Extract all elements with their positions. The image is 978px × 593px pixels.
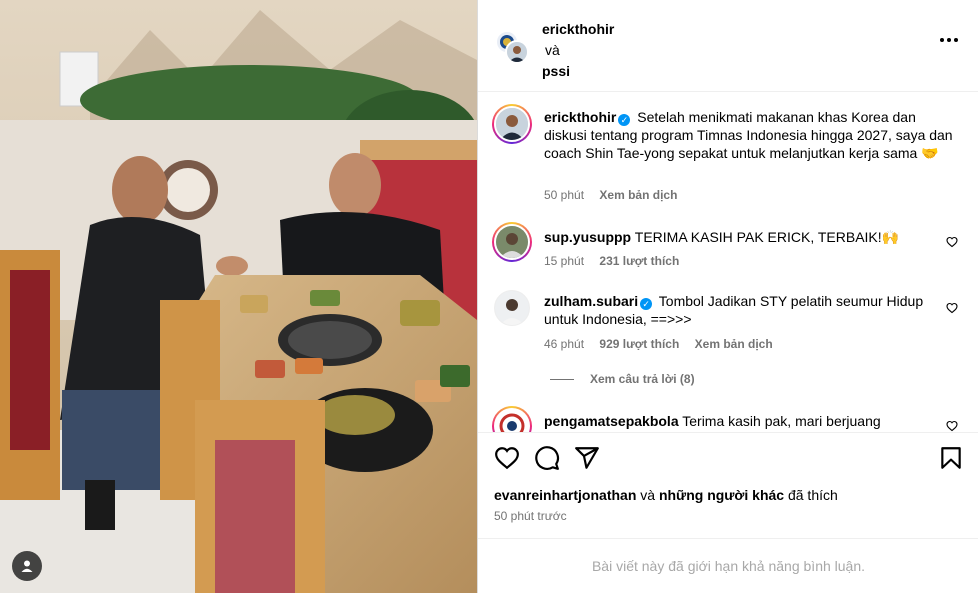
comment-text: pengamatsepakbola Terima kasih pak, mari… (544, 412, 934, 432)
share-icon[interactable] (574, 445, 600, 471)
verified-badge-icon: ✓ (640, 298, 653, 310)
action-bar (478, 432, 978, 480)
caption-time[interactable]: 50 phút (544, 188, 584, 202)
comment-item: pengamatsepakbola Terima kasih pak, mari… (492, 406, 972, 432)
caption-emoji: 🤝 (921, 145, 939, 161)
bookmark-icon[interactable] (938, 445, 964, 471)
heart-icon[interactable] (494, 445, 520, 471)
avatar[interactable] (492, 406, 532, 432)
comment-meta: 15 phút 231 lượt thích (544, 254, 691, 268)
post-side-panel: erickthohir và pssi erickthohir ✓ Setelah… (477, 0, 978, 593)
comment-likes[interactable]: 231 lượt thích (599, 254, 679, 268)
caption: erickthohir ✓ Setelah menikmati makanan k… (492, 104, 972, 214)
post-authors: erickthohir và pssi (542, 19, 614, 82)
author-conjunction: và (545, 42, 560, 58)
caption-meta: 50 phút Xem bản dịch (544, 188, 689, 202)
avatar-erickthohir[interactable] (505, 40, 529, 64)
comment-username[interactable]: pengamatsepakbola (544, 413, 679, 429)
post-header: erickthohir và pssi (478, 0, 978, 92)
user-tag-icon[interactable] (12, 551, 42, 581)
comment-time[interactable]: 15 phút (544, 254, 584, 268)
comment-likes[interactable]: 929 lượt thích (599, 337, 679, 351)
comment-username[interactable]: sup.yusuppp (544, 229, 631, 245)
caption-translate-link[interactable]: Xem bản dịch (599, 188, 677, 202)
heart-icon[interactable] (946, 236, 958, 248)
divider (550, 378, 574, 380)
comment-meta: 46 phút 929 lượt thích Xem bản dịch (544, 337, 785, 351)
author-link-1[interactable]: erickthohir (542, 19, 614, 40)
likes-conjunction: và (640, 487, 656, 503)
comment-emoji: 🙌 (881, 229, 900, 245)
comment-text: zulham.subari ✓ Tombol Jadikan STY pelati… (544, 292, 924, 328)
author-link-2[interactable]: pssi (542, 61, 614, 82)
view-replies-label: Xem câu trả lời (8) (590, 372, 695, 386)
comment-translate-link[interactable]: Xem bản dịch (695, 337, 773, 351)
comment-item: sup.yusuppp TERIMA KASIH PAK ERICK, TERB… (492, 222, 972, 272)
likes-summary: evanreinhartjonathan và những người khác… (494, 487, 838, 503)
comment-time[interactable]: 46 phút (544, 337, 584, 351)
comments-list[interactable]: erickthohir ✓ Setelah menikmati makanan k… (478, 92, 978, 432)
post-timestamp[interactable]: 50 phút trước (494, 509, 567, 523)
likes-user-link[interactable]: evanreinhartjonathan (494, 487, 636, 503)
heart-icon[interactable] (946, 420, 958, 432)
collab-avatars[interactable] (495, 30, 531, 66)
avatar[interactable] (494, 290, 530, 326)
comments-limited-notice: Bài viết này đã giới hạn khả năng bình l… (478, 538, 978, 593)
comment-username[interactable]: zulham.subari (544, 293, 638, 309)
heart-icon[interactable] (946, 302, 958, 314)
caption-text: erickthohir ✓ Setelah menikmati makanan k… (544, 108, 954, 162)
view-replies-button[interactable]: Xem câu trả lời (8) (550, 372, 695, 386)
likes-suffix: đã thích (787, 487, 838, 503)
caption-username[interactable]: erickthohir (544, 109, 616, 125)
more-icon[interactable] (940, 38, 958, 42)
comment-text: sup.yusuppp TERIMA KASIH PAK ERICK, TERB… (544, 228, 924, 246)
post-photo[interactable] (0, 0, 477, 593)
avatar[interactable] (492, 222, 532, 262)
avatar[interactable] (492, 104, 532, 144)
comment-item: zulham.subari ✓ Tombol Jadikan STY pelati… (492, 290, 972, 360)
photo-image (0, 0, 477, 593)
likes-others-link[interactable]: những người khác (659, 487, 784, 503)
comment-body: TERIMA KASIH PAK ERICK, TERBAIK! (634, 229, 882, 245)
comment-icon[interactable] (534, 445, 560, 471)
verified-badge-icon: ✓ (618, 114, 631, 126)
